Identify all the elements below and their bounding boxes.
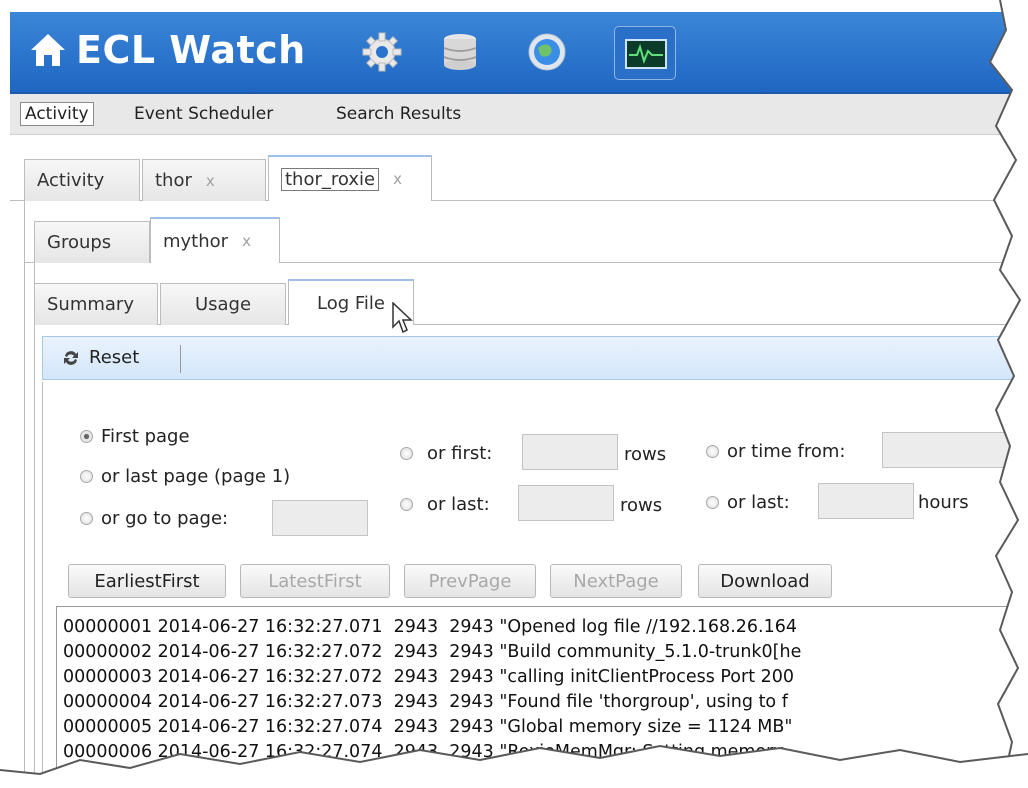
reset-label: Reset xyxy=(89,347,140,368)
close-icon[interactable]: x xyxy=(393,170,402,188)
log-line: 00000006 2014-06-27 16:32:27.074 2943 29… xyxy=(63,742,784,762)
tab-label: Summary xyxy=(47,294,134,315)
home-icon xyxy=(31,34,65,66)
rows-label: rows xyxy=(624,444,667,465)
radio-first-rows[interactable]: or first: xyxy=(400,443,492,464)
radio-dot[interactable] xyxy=(80,512,93,525)
detail-tabs: Summary Usage Log File xyxy=(34,279,1028,325)
tab-groups[interactable]: Groups xyxy=(34,221,150,263)
log-line: 00000005 2014-06-27 16:32:27.074 2943 29… xyxy=(63,717,793,737)
tab-mythor[interactable]: mythor x xyxy=(150,217,280,263)
last-rows-input[interactable] xyxy=(518,485,614,521)
group-tabs: Groups mythor x xyxy=(24,217,1028,263)
menu-search-results[interactable]: Search Results xyxy=(336,104,461,124)
close-icon[interactable]: x xyxy=(242,232,251,250)
radio-label: First page xyxy=(101,426,190,447)
earliest-first-button[interactable]: EarliestFirst xyxy=(68,564,226,598)
cluster-panel-border xyxy=(24,201,25,788)
radio-dot[interactable] xyxy=(706,445,719,458)
tab-thor-roxie[interactable]: thor_roxie x xyxy=(268,155,432,201)
log-line: 00000002 2014-06-27 16:32:27.072 2943 29… xyxy=(63,642,802,662)
radio-dot[interactable] xyxy=(706,496,719,509)
log-toolbar: Reset xyxy=(42,336,1028,380)
group-panel-border xyxy=(34,263,35,788)
radio-first-page[interactable]: First page xyxy=(80,426,190,447)
monitor-button[interactable] xyxy=(614,26,676,80)
radio-last-hours[interactable]: or last: xyxy=(706,492,790,513)
radio-dot[interactable] xyxy=(400,447,413,460)
download-button[interactable]: Download xyxy=(698,564,832,598)
refresh-icon xyxy=(64,350,78,365)
main-menu: Activity Event Scheduler Search Results xyxy=(10,94,1028,135)
radio-last-rows[interactable]: or last: xyxy=(400,494,490,515)
tab-usage[interactable]: Usage xyxy=(160,283,286,325)
radio-go-to-page[interactable]: or go to page: xyxy=(80,508,228,529)
reset-button[interactable]: Reset xyxy=(61,347,139,368)
app-header: ECL Watch xyxy=(10,12,1028,94)
menu-activity[interactable]: Activity xyxy=(20,102,94,126)
radio-label: or time from: xyxy=(727,441,846,462)
radio-label: or go to page: xyxy=(101,508,229,529)
log-viewer[interactable]: 00000001 2014-06-27 16:32:27.071 2943 29… xyxy=(56,606,1028,788)
tab-label: Groups xyxy=(47,232,112,253)
radio-time-from[interactable]: or time from: xyxy=(706,441,845,462)
radio-dot[interactable] xyxy=(80,470,93,483)
app-logo[interactable]: ECL Watch xyxy=(28,28,306,72)
globe-gear-icon[interactable] xyxy=(522,30,572,74)
close-icon[interactable]: x xyxy=(206,172,215,190)
gear-icon[interactable] xyxy=(360,30,404,74)
menu-event-scheduler[interactable]: Event Scheduler xyxy=(134,104,273,124)
database-icon[interactable] xyxy=(438,30,482,74)
hours-label: hours xyxy=(918,492,969,513)
first-rows-input[interactable] xyxy=(522,434,618,470)
tab-summary[interactable]: Summary xyxy=(34,283,158,325)
time-from-input[interactable] xyxy=(882,432,1028,468)
tab-label: thor xyxy=(155,170,192,191)
radio-label: or last: xyxy=(427,494,490,515)
page-number-input[interactable] xyxy=(272,500,368,536)
toolbar-separator xyxy=(180,345,181,373)
log-line: 00000001 2014-06-27 16:32:27.071 2943 29… xyxy=(63,617,797,637)
radio-dot[interactable] xyxy=(400,498,413,511)
radio-label: or last: xyxy=(727,492,790,513)
tab-thor[interactable]: thor x xyxy=(142,159,266,201)
ecl-watch-page: ECL Watch Activity Event Scheduler Searc… xyxy=(0,0,1028,788)
app-title: ECL Watch xyxy=(76,28,306,72)
tab-label: mythor xyxy=(163,230,229,252)
radio-label: or first: xyxy=(427,443,493,464)
latest-first-button[interactable]: LatestFirst xyxy=(240,564,390,598)
radio-last-page[interactable]: or last page (page 1) xyxy=(80,466,290,487)
rows-label: rows xyxy=(620,495,663,516)
tab-label: Usage xyxy=(194,294,252,315)
mouse-cursor-icon xyxy=(392,302,413,334)
tab-label: Log File xyxy=(317,292,385,314)
cluster-tabs: Activity thor x thor_roxie x xyxy=(10,155,1028,201)
tab-activity[interactable]: Activity xyxy=(24,159,140,201)
last-hours-input[interactable] xyxy=(818,483,914,519)
radio-dot[interactable] xyxy=(80,430,93,443)
tab-label: thor_roxie xyxy=(281,167,380,191)
next-page-button[interactable]: NextPage xyxy=(550,564,682,598)
log-line: 00000003 2014-06-27 16:32:27.072 2943 29… xyxy=(63,667,795,687)
monitor-icon xyxy=(625,39,667,69)
tab-label: Activity xyxy=(37,170,105,191)
log-line: 00000004 2014-06-27 16:32:27.073 2943 29… xyxy=(63,692,788,712)
radio-label: or last page (page 1) xyxy=(101,466,291,487)
prev-page-button[interactable]: PrevPage xyxy=(404,564,536,598)
